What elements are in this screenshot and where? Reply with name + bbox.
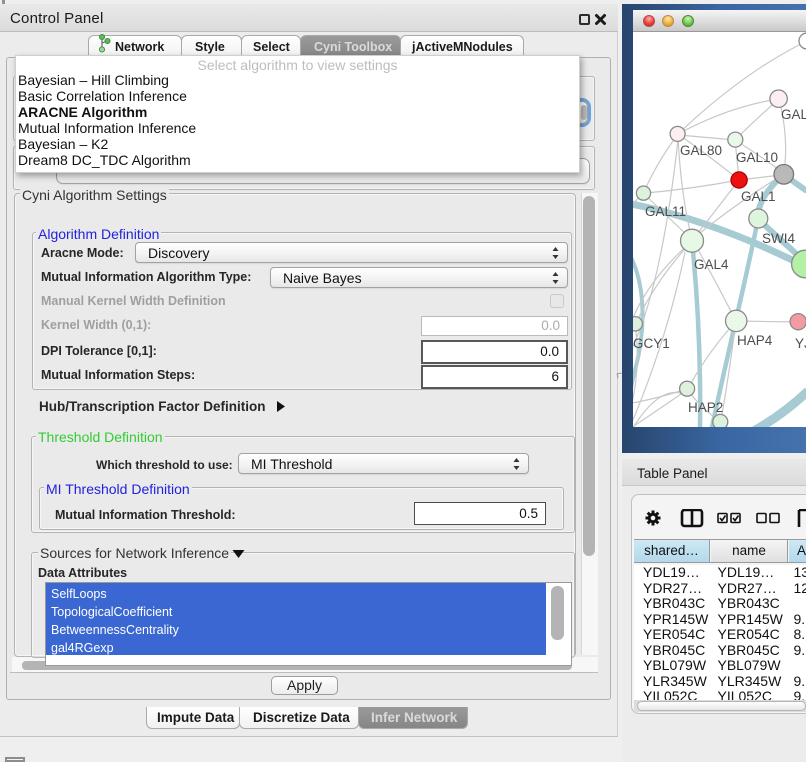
svg-text:GAL4: GAL4 xyxy=(694,257,729,272)
svg-text:GAL11: GAL11 xyxy=(645,204,686,219)
svg-text:GAL1: GAL1 xyxy=(741,189,776,204)
svg-text:GAL7: GAL7 xyxy=(781,107,806,122)
svg-text:HAP2: HAP2 xyxy=(688,400,723,415)
svg-text:GAL80: GAL80 xyxy=(680,143,722,158)
svg-text:HAP4: HAP4 xyxy=(737,333,773,348)
svg-text:GCY1: GCY1 xyxy=(633,336,670,351)
svg-text:YJ: YJ xyxy=(795,336,806,351)
svg-text:GAL10: GAL10 xyxy=(736,150,778,165)
svg-text:SWI4: SWI4 xyxy=(762,231,795,246)
